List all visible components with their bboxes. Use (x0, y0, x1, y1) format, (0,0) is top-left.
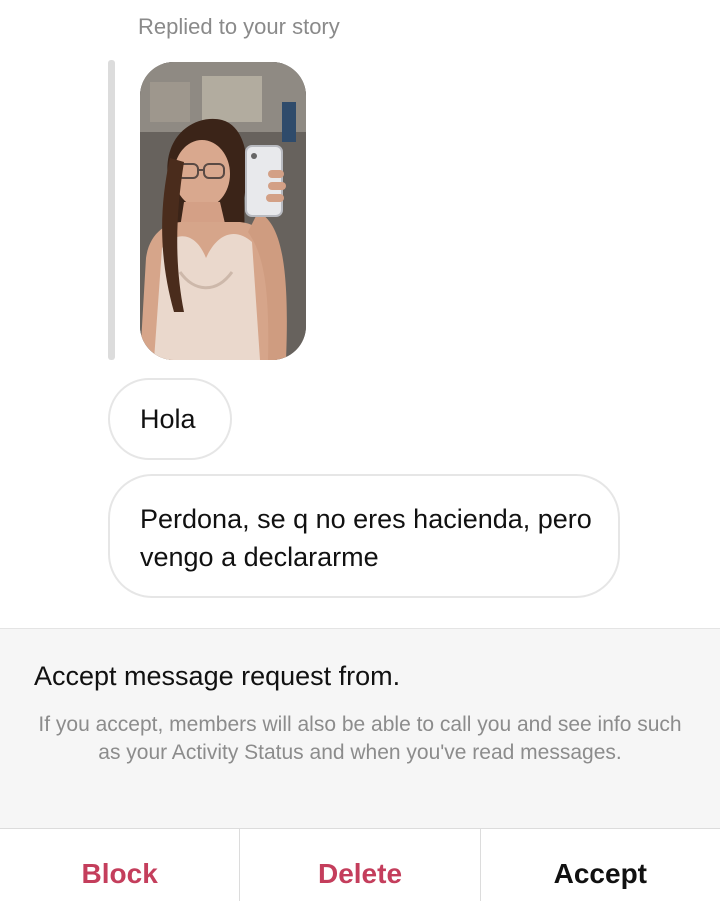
request-action-bar: Block Delete Accept (0, 828, 720, 901)
message-thread: Replied to your story Hola Perdona, se q… (0, 0, 720, 628)
message-bubble[interactable]: Hola (108, 378, 232, 460)
message-request-panel: Accept message request from. If you acce… (0, 628, 720, 829)
message-text: Hola (140, 404, 196, 434)
request-description: If you accept, members will also be able… (38, 713, 682, 764)
story-reply-indicator (108, 60, 115, 360)
message-bubble[interactable]: Perdona, se q no eres hacienda, pero ven… (108, 474, 620, 598)
delete-button[interactable]: Delete (240, 829, 481, 901)
accept-button[interactable]: Accept (481, 829, 720, 901)
story-photo (140, 62, 306, 360)
story-reply-label: Replied to your story (138, 14, 340, 39)
block-button[interactable]: Block (0, 829, 241, 901)
request-title: Accept message request from. (34, 661, 401, 691)
story-thumbnail[interactable] (140, 62, 306, 360)
message-text: Perdona, se q no eres hacienda, pero ven… (140, 504, 592, 572)
